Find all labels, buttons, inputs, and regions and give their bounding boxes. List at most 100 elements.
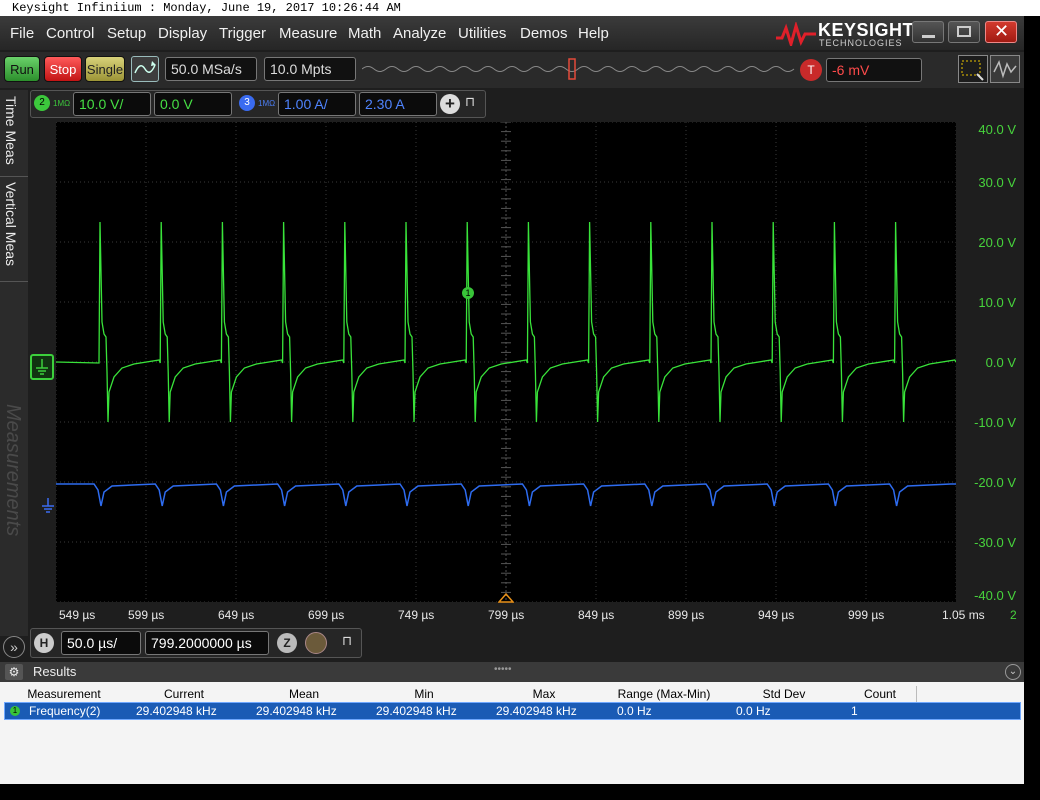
mean-value: 29.402948 kHz	[256, 704, 337, 718]
menu-file[interactable]: File	[10, 25, 34, 42]
channel-3-impedance: 1MΩ	[258, 99, 276, 108]
x-tick-label: 599 µs	[128, 608, 165, 622]
menu-trigger[interactable]: Trigger	[219, 25, 266, 42]
std-dev-value: 0.0 Hz	[736, 704, 771, 718]
horizontal-scale-field[interactable]: 50.0 µs/	[61, 631, 141, 655]
pin-icon[interactable]: ⊓	[342, 633, 352, 649]
y-tick-label: 30.0 V	[978, 175, 1016, 190]
channel-3-badge[interactable]: 3	[239, 95, 255, 111]
channel-2-scale-field[interactable]: 10.0 V/	[73, 92, 151, 116]
ground-icon	[42, 498, 54, 513]
add-channel-icon[interactable]: +	[440, 94, 460, 114]
channel-2-impedance: 1MΩ	[53, 99, 71, 108]
stop-button[interactable]: Stop	[44, 56, 82, 82]
memory-depth-field[interactable]: 10.0 Mpts	[264, 57, 356, 81]
gear-icon[interactable]: ⚙	[5, 664, 23, 680]
horizontal-badge[interactable]: H	[34, 633, 54, 653]
column-header[interactable]: Range (Max-Min)	[604, 686, 725, 702]
menu-help[interactable]: Help	[578, 25, 609, 42]
y-tick-label: -10.0 V	[974, 415, 1016, 430]
count-value: 1	[851, 704, 858, 718]
auto-scale-button[interactable]	[131, 56, 159, 82]
channel-3-offset-field[interactable]: 2.30 A	[359, 92, 437, 116]
maximize-button[interactable]	[948, 21, 980, 43]
x-tick-label: 799 µs	[488, 608, 525, 622]
current-value: 29.402948 kHz	[136, 704, 217, 718]
left-tab-panel	[0, 90, 28, 636]
collapse-results-icon[interactable]: ⌄	[1005, 664, 1021, 680]
zoom-box-button[interactable]	[958, 55, 988, 83]
run-button[interactable]: Run	[4, 56, 40, 82]
results-header	[0, 662, 1024, 682]
waveform-icon	[993, 59, 1017, 79]
menu-analyze[interactable]: Analyze	[393, 25, 446, 42]
measurements-watermark: Measurements	[2, 404, 24, 537]
results-title: Results	[33, 664, 77, 679]
trigger-badge[interactable]: T	[800, 59, 822, 81]
y-tick-label: 20.0 V	[978, 235, 1016, 250]
view-window-marker	[568, 58, 576, 80]
window-title: Keysight Infiniium : Monday, June 19, 20…	[0, 0, 1040, 16]
x-tick-label: 749 µs	[398, 608, 435, 622]
ground-icon	[36, 359, 48, 375]
close-icon: ✕	[994, 21, 1010, 41]
single-button[interactable]: Single	[85, 56, 125, 82]
y-tick-label: -20.0 V	[974, 475, 1016, 490]
maximize-icon	[957, 26, 971, 37]
channel-2-offset-field[interactable]: 0.0 V	[154, 92, 232, 116]
menu-control[interactable]: Control	[46, 25, 94, 42]
column-header[interactable]: Mean	[244, 686, 365, 702]
delay-knob-icon[interactable]	[305, 632, 327, 654]
menu-utilities[interactable]: Utilities	[458, 25, 506, 42]
close-button[interactable]: ✕	[985, 21, 1017, 43]
x-axis-page-indicator: 2	[1010, 608, 1017, 622]
y-tick-label: -30.0 V	[974, 535, 1016, 550]
column-header[interactable]: Measurement	[4, 686, 125, 702]
x-tick-label: 999 µs	[848, 608, 885, 622]
trigger-level-field[interactable]: -6 mV	[826, 58, 922, 82]
x-tick-label: 549 µs	[59, 608, 96, 622]
channel-3-ground-marker[interactable]	[40, 496, 56, 521]
channel-2-ground-marker[interactable]	[30, 354, 54, 380]
measurement-badge: 1	[10, 706, 20, 716]
channel-2-badge[interactable]: 2	[34, 95, 50, 111]
y-tick-label: 0.0 V	[985, 355, 1016, 370]
horizontal-position-field[interactable]: 799.2000000 µs	[145, 631, 269, 655]
x-tick-label: 949 µs	[758, 608, 795, 622]
column-header[interactable]: Count	[844, 686, 917, 702]
waveform-display[interactable]	[56, 122, 956, 602]
expand-panel-icon[interactable]: »	[3, 636, 25, 658]
waveform-overview[interactable]	[362, 58, 796, 80]
y-tick-label: 10.0 V	[978, 295, 1016, 310]
menu-display[interactable]: Display	[158, 25, 207, 42]
waveform-mode-button[interactable]	[990, 55, 1020, 83]
column-header[interactable]: Std Dev	[724, 686, 845, 702]
x-tick-label: 1.05 ms	[942, 608, 985, 622]
y-tick-label: -40.0 V	[974, 588, 1016, 603]
measurement-marker[interactable]: 1	[462, 287, 474, 299]
tab-vertical-meas[interactable]: Vertical Meas	[3, 182, 19, 266]
column-header[interactable]: Max	[484, 686, 605, 702]
pin-icon[interactable]: ⊓	[465, 94, 475, 110]
menu-demos[interactable]: Demos	[520, 25, 568, 42]
min-value: 29.402948 kHz	[376, 704, 457, 718]
menu-math[interactable]: Math	[348, 25, 381, 42]
x-tick-label: 699 µs	[308, 608, 345, 622]
menu-measure[interactable]: Measure	[279, 25, 337, 42]
column-header[interactable]: Min	[364, 686, 485, 702]
trigger-position-icon[interactable]	[498, 592, 514, 604]
menu-setup[interactable]: Setup	[107, 25, 146, 42]
brand-subtitle: TECHNOLOGIES	[819, 38, 903, 48]
minimize-button[interactable]	[912, 21, 944, 43]
x-tick-label: 849 µs	[578, 608, 615, 622]
tab-divider	[0, 176, 28, 177]
autoscale-icon	[134, 61, 156, 74]
tab-time-meas[interactable]: Time Meas	[3, 96, 19, 165]
resize-grip-icon[interactable]: •••••	[494, 664, 512, 675]
sample-rate-field[interactable]: 50.0 MSa/s	[165, 57, 257, 81]
minimize-icon	[922, 35, 935, 38]
channel-3-scale-field[interactable]: 1.00 A/	[278, 92, 356, 116]
max-value: 29.402948 kHz	[496, 704, 577, 718]
column-header[interactable]: Current	[124, 686, 245, 702]
zoom-icon[interactable]: Z	[277, 633, 297, 653]
